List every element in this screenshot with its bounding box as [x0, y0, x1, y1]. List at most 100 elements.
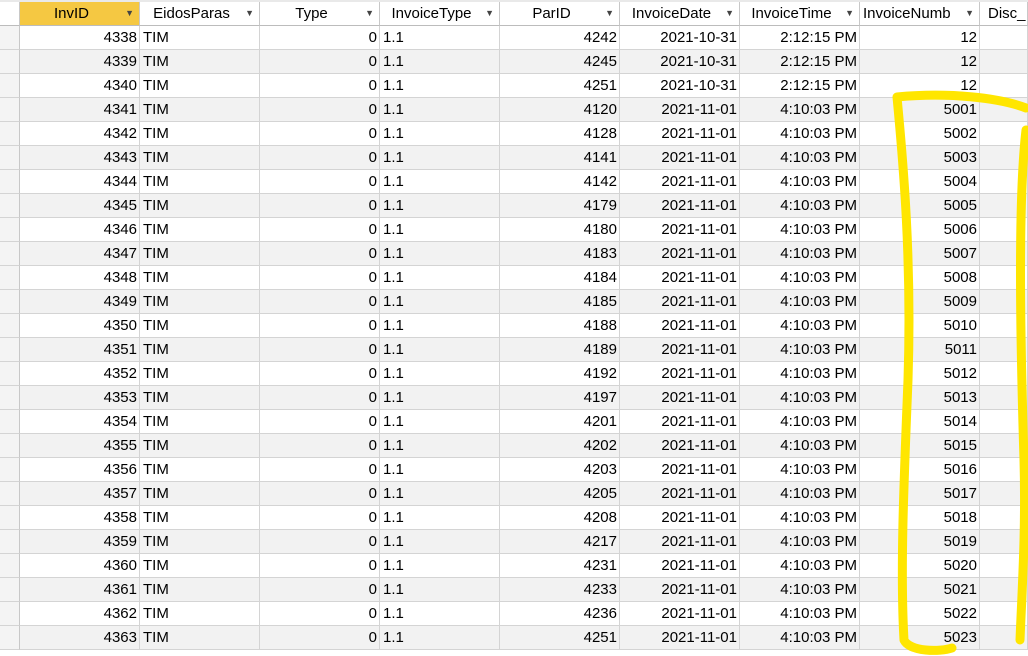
record-selector[interactable]: [0, 506, 20, 530]
table-cell[interactable]: 12: [860, 26, 980, 50]
table-cell[interactable]: TIM: [140, 26, 260, 50]
record-selector[interactable]: [0, 410, 20, 434]
table-cell[interactable]: 5015: [860, 434, 980, 458]
table-cell[interactable]: 5018: [860, 506, 980, 530]
table-cell[interactable]: 2021-11-01: [620, 122, 740, 146]
table-cell[interactable]: 1.1: [380, 170, 500, 194]
table-cell[interactable]: 0: [260, 122, 380, 146]
table-cell[interactable]: TIM: [140, 530, 260, 554]
table-cell[interactable]: 4180: [500, 218, 620, 242]
table-cell[interactable]: 5021: [860, 578, 980, 602]
table-cell[interactable]: 1.1: [380, 146, 500, 170]
table-row[interactable]: 4354 TIM 0 1.1 4201 2021-11-01 4:10:03 PM 5014: [0, 410, 1028, 434]
table-cell[interactable]: 4251: [500, 74, 620, 98]
table-cell[interactable]: 4340: [20, 74, 140, 98]
table-cell[interactable]: 5020: [860, 554, 980, 578]
table-cell[interactable]: 2021-11-01: [620, 266, 740, 290]
table-cell[interactable]: 5023: [860, 626, 980, 650]
table-cell[interactable]: 1.1: [380, 26, 500, 50]
table-cell[interactable]: 0: [260, 290, 380, 314]
table-cell[interactable]: 1.1: [380, 50, 500, 74]
table-cell[interactable]: 4:10:03 PM: [740, 98, 860, 122]
table-cell[interactable]: 2021-11-01: [620, 194, 740, 218]
table-cell[interactable]: 2021-11-01: [620, 626, 740, 650]
table-cell[interactable]: 4352: [20, 362, 140, 386]
table-cell[interactable]: [980, 122, 1028, 146]
table-cell[interactable]: 1.1: [380, 482, 500, 506]
table-cell[interactable]: 4:10:03 PM: [740, 122, 860, 146]
table-cell[interactable]: TIM: [140, 314, 260, 338]
record-selector[interactable]: [0, 338, 20, 362]
table-cell[interactable]: 4217: [500, 530, 620, 554]
table-row[interactable]: 4339 TIM 0 1.1 4245 2021-10-31 2:12:15 PM 12: [0, 50, 1028, 74]
table-cell[interactable]: 4236: [500, 602, 620, 626]
table-cell[interactable]: TIM: [140, 338, 260, 362]
table-cell[interactable]: 1.1: [380, 98, 500, 122]
table-cell[interactable]: 2021-11-01: [620, 314, 740, 338]
column-header-type[interactable]: Type ▼: [260, 2, 380, 26]
table-cell[interactable]: 2021-11-01: [620, 554, 740, 578]
select-all-corner[interactable]: [0, 2, 20, 26]
table-cell[interactable]: 4:10:03 PM: [740, 410, 860, 434]
table-cell[interactable]: 12: [860, 50, 980, 74]
table-row[interactable]: 4341 TIM 0 1.1 4120 2021-11-01 4:10:03 PM 5001: [0, 98, 1028, 122]
table-cell[interactable]: 4251: [500, 626, 620, 650]
table-cell[interactable]: 1.1: [380, 338, 500, 362]
chevron-down-icon[interactable]: ▼: [845, 2, 854, 25]
chevron-down-icon[interactable]: ▼: [725, 2, 734, 25]
table-cell[interactable]: [980, 266, 1028, 290]
table-cell[interactable]: 0: [260, 530, 380, 554]
table-cell[interactable]: 2021-10-31: [620, 74, 740, 98]
table-row[interactable]: 4353 TIM 0 1.1 4197 2021-11-01 4:10:03 PM 5013: [0, 386, 1028, 410]
table-cell[interactable]: 4233: [500, 578, 620, 602]
column-header-invoicedate[interactable]: InvoiceDate ▼: [620, 2, 740, 26]
table-cell[interactable]: TIM: [140, 626, 260, 650]
table-row[interactable]: 4358 TIM 0 1.1 4208 2021-11-01 4:10:03 PM 5018: [0, 506, 1028, 530]
table-cell[interactable]: 2021-11-01: [620, 602, 740, 626]
column-header-disc[interactable]: Disc_: [980, 2, 1028, 26]
table-cell[interactable]: 2:12:15 PM: [740, 50, 860, 74]
table-row[interactable]: 4357 TIM 0 1.1 4205 2021-11-01 4:10:03 PM 5017: [0, 482, 1028, 506]
table-cell[interactable]: 5019: [860, 530, 980, 554]
table-cell[interactable]: 4:10:03 PM: [740, 578, 860, 602]
table-cell[interactable]: 4:10:03 PM: [740, 482, 860, 506]
table-cell[interactable]: 4349: [20, 290, 140, 314]
table-cell[interactable]: [980, 290, 1028, 314]
table-cell[interactable]: [980, 170, 1028, 194]
table-row[interactable]: 4343 TIM 0 1.1 4141 2021-11-01 4:10:03 PM 5003: [0, 146, 1028, 170]
table-cell[interactable]: 0: [260, 170, 380, 194]
table-row[interactable]: 4348 TIM 0 1.1 4184 2021-11-01 4:10:03 PM 5008: [0, 266, 1028, 290]
table-cell[interactable]: TIM: [140, 146, 260, 170]
table-cell[interactable]: 4183: [500, 242, 620, 266]
record-selector[interactable]: [0, 362, 20, 386]
table-cell[interactable]: 1.1: [380, 386, 500, 410]
table-cell[interactable]: 4203: [500, 458, 620, 482]
table-cell[interactable]: 0: [260, 482, 380, 506]
table-cell[interactable]: 4197: [500, 386, 620, 410]
table-row[interactable]: 4338 TIM 0 1.1 4242 2021-10-31 2:12:15 PM 12: [0, 26, 1028, 50]
table-cell[interactable]: 1.1: [380, 626, 500, 650]
table-cell[interactable]: [980, 434, 1028, 458]
table-cell[interactable]: 2021-10-31: [620, 26, 740, 50]
table-cell[interactable]: 4363: [20, 626, 140, 650]
table-cell[interactable]: 4:10:03 PM: [740, 314, 860, 338]
table-cell[interactable]: [980, 602, 1028, 626]
table-cell[interactable]: 4345: [20, 194, 140, 218]
table-cell[interactable]: 4:10:03 PM: [740, 506, 860, 530]
record-selector[interactable]: [0, 290, 20, 314]
table-cell[interactable]: [980, 506, 1028, 530]
table-cell[interactable]: 2021-11-01: [620, 170, 740, 194]
record-selector[interactable]: [0, 626, 20, 650]
chevron-down-icon[interactable]: ▼: [365, 2, 374, 25]
table-cell[interactable]: 4359: [20, 530, 140, 554]
table-cell[interactable]: 5008: [860, 266, 980, 290]
table-cell[interactable]: [980, 50, 1028, 74]
table-cell[interactable]: TIM: [140, 410, 260, 434]
table-cell[interactable]: 4:10:03 PM: [740, 530, 860, 554]
table-row[interactable]: 4342 TIM 0 1.1 4128 2021-11-01 4:10:03 PM 5002: [0, 122, 1028, 146]
table-cell[interactable]: 1.1: [380, 218, 500, 242]
table-row[interactable]: 4346 TIM 0 1.1 4180 2021-11-01 4:10:03 PM 5006: [0, 218, 1028, 242]
table-cell[interactable]: 4188: [500, 314, 620, 338]
table-cell[interactable]: 1.1: [380, 458, 500, 482]
record-selector[interactable]: [0, 554, 20, 578]
